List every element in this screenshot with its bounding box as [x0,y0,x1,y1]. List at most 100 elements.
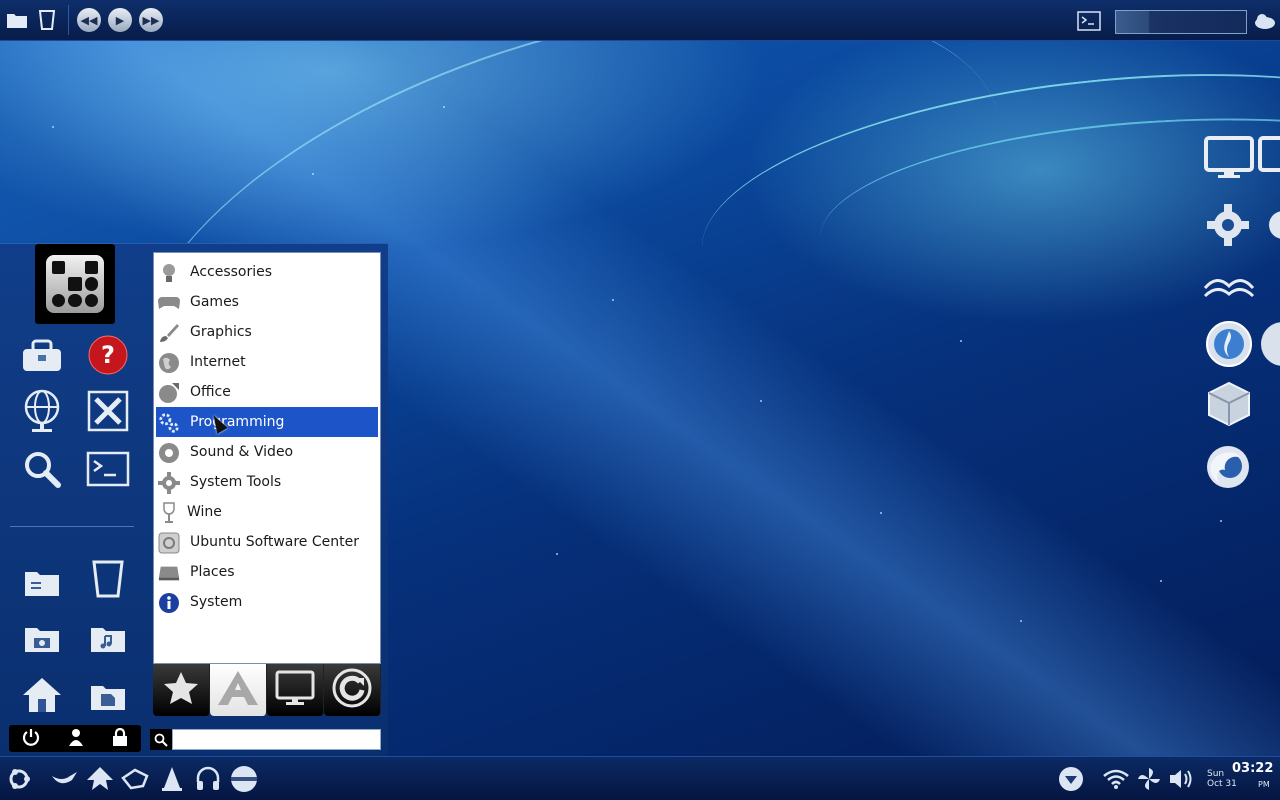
menu-item-accessories[interactable]: Accessories [154,257,380,287]
app-launcher-logo[interactable] [35,244,115,324]
tab-favorites[interactable] [153,664,210,716]
menu-item-programming[interactable]: Programming [156,407,378,437]
logo-cell [84,277,98,291]
menu-item-sound-video[interactable]: Sound & Video [154,437,380,467]
panel-separator [68,5,69,35]
vlc-icon[interactable] [158,765,186,793]
gears-icon [158,412,180,434]
pictures-folder-icon[interactable] [19,616,65,662]
tab-recent[interactable] [324,664,381,716]
volume-icon[interactable] [1168,765,1196,793]
gear-icon[interactable] [1260,200,1280,250]
disc-icon[interactable] [230,765,258,793]
burner-icon[interactable] [1258,318,1280,370]
wallpaper-star [880,512,882,514]
menu-item-label: Places [190,564,235,580]
pinwheel-icon[interactable] [1135,765,1163,793]
menu-item-ubuntu-software-center[interactable]: Ubuntu Software Center [154,527,380,557]
documents-folder-icon[interactable] [19,560,65,606]
music-folder-icon[interactable] [85,616,131,662]
terminal-icon[interactable] [85,446,131,492]
burner-icon[interactable] [1203,318,1255,370]
weather-icon[interactable] [1252,8,1278,34]
gear-icon[interactable] [1203,200,1253,250]
letter-a-icon [217,670,259,710]
menu-item-office[interactable]: Office [154,377,380,407]
next-icon[interactable]: ▶▶ [139,8,163,32]
search-icon [150,729,172,750]
previous-icon[interactable]: ◀◀ [77,8,101,32]
tab-applications[interactable] [210,664,267,716]
top-search-input[interactable] [1115,10,1247,34]
ubuntu-menu-icon[interactable] [5,765,33,793]
wallpaper-star [52,126,54,128]
gimp-icon[interactable] [50,765,78,793]
folder-icon[interactable] [4,7,30,33]
wallpaper-star [443,106,445,108]
logo-cell [52,277,65,290]
wallpaper-star [1020,620,1022,622]
clock-time[interactable]: 03:22 [1232,761,1273,776]
power-icon[interactable] [22,728,40,750]
menu-search [150,729,381,750]
virtualbox-icon[interactable] [1205,380,1253,428]
logo-cell [84,261,98,275]
star-icon [163,671,199,709]
menu-item-label: Ubuntu Software Center [190,534,359,550]
network-globe-icon[interactable] [19,388,65,434]
software-center-icon [158,532,180,554]
wallpaper-star [612,299,614,301]
logo-cell [68,277,82,291]
tab-computer[interactable] [267,664,324,716]
menu-item-internet[interactable]: Internet [154,347,380,377]
menu-item-wine[interactable]: Wine [154,497,380,527]
menu-item-games[interactable]: Games [154,287,380,317]
grid-logo-icon [46,255,104,313]
gamepad-icon [158,292,180,314]
office-icon [158,382,180,404]
help-icon[interactable]: ? [85,332,131,378]
lightbulb-icon [158,262,180,284]
logo-cell [68,261,81,274]
download-icon[interactable] [1057,765,1085,793]
openoffice-icon[interactable] [1203,268,1255,302]
logo-cell [52,293,66,307]
wifi-icon[interactable] [1102,765,1130,793]
monitor-icon[interactable] [1258,136,1280,180]
lock-icon[interactable] [112,727,128,750]
trash-icon[interactable] [85,556,131,602]
play-icon[interactable]: ▶ [108,8,132,32]
menu-tabs [153,664,381,716]
trash-icon[interactable] [34,7,60,33]
monitor-icon[interactable] [1203,136,1255,180]
home-icon[interactable] [19,672,65,718]
launcher-separator [10,526,134,527]
clock-date-text: Oct 31 [1207,779,1237,789]
wallpaper-star [1220,520,1222,522]
inkscape-icon[interactable] [86,765,114,793]
menu-item-places[interactable]: Places [154,557,380,587]
logo-cell [84,293,98,307]
menu-item-system-tools[interactable]: System Tools [154,467,380,497]
firefox-icon[interactable] [1203,442,1253,492]
logo-cell [52,261,66,275]
settings-tools-icon[interactable] [85,388,131,434]
terminal-icon[interactable] [1076,8,1102,34]
menu-item-label: Sound & Video [190,444,294,460]
refresh-icon [332,668,372,712]
media-icon [158,442,180,464]
logo-cell [68,293,82,307]
menu-item-system[interactable]: System [154,587,380,617]
menu-item-graphics[interactable]: Graphics [154,317,380,347]
user-switch-icon[interactable] [67,728,85,750]
toolbox-icon[interactable] [19,332,65,378]
headphones-icon[interactable] [194,765,222,793]
search-icon[interactable] [19,446,65,492]
menu-item-label: Accessories [190,264,273,280]
menu-search-input[interactable] [172,729,381,750]
applications-menu: Accessories Games Graphics Internet Offi… [153,252,381,664]
info-icon [158,592,180,614]
xchat-icon[interactable] [121,765,149,793]
videos-folder-icon[interactable] [85,674,131,720]
menu-item-label: System [190,594,243,610]
